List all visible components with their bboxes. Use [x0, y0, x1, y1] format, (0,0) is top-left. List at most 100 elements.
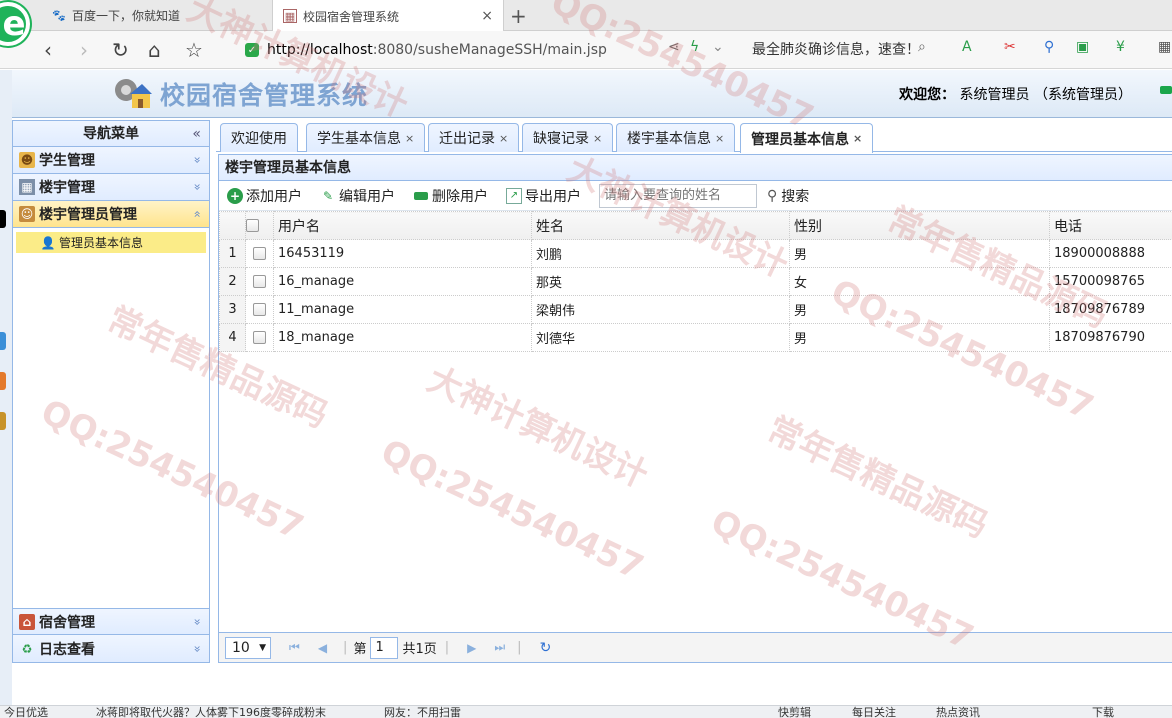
- status-quick-edit[interactable]: 快剪辑: [778, 706, 811, 718]
- tab-label: 欢迎使用: [231, 131, 287, 147]
- edit-user-label: 编辑用户: [339, 188, 395, 205]
- building-icon: ▦: [19, 179, 35, 195]
- row-checkbox[interactable]: [253, 303, 266, 316]
- last-page-icon[interactable]: ⏭: [494, 640, 505, 655]
- export-user-button[interactable]: ↗ 导出用户: [506, 186, 581, 206]
- address-bar[interactable]: ✓ http://localhost:8080/susheManageSSH/m…: [245, 37, 735, 63]
- search-name-input[interactable]: [599, 183, 757, 208]
- browser-tab-baidu[interactable]: 🐾 百度一下，你就知道: [40, 0, 272, 31]
- app-title: 校园宿舍管理系统: [160, 81, 369, 110]
- nav-section-label: 楼宇管理: [39, 180, 95, 196]
- welcome-label: 欢迎您：: [899, 87, 956, 103]
- status-source-text[interactable]: 网友：不用扫雷: [384, 706, 461, 718]
- page-size-select[interactable]: 10 ▼: [225, 636, 271, 659]
- add-user-button[interactable]: + 添加用户: [227, 186, 302, 206]
- column-header[interactable]: 性别: [789, 211, 1050, 240]
- refresh-icon[interactable]: ↻: [540, 640, 552, 656]
- content-tabs: 欢迎使用 学生基本信息 × 迁出记录 × 缺寝记录 × 楼宇基本信息 × 管理员…: [216, 120, 1172, 153]
- apps-icon[interactable]: ▦: [1158, 39, 1171, 55]
- home-icon[interactable]: ⌂: [148, 38, 161, 62]
- star-icon[interactable]: ☆: [185, 38, 203, 62]
- table-row[interactable]: 3 11_manage 梁朝伟 男 18709876789: [219, 295, 1172, 324]
- add-user-label: 添加用户: [246, 188, 302, 205]
- nav-menu-title: 导航菜单 «: [13, 121, 209, 147]
- column-header[interactable]: 用户名: [273, 211, 532, 240]
- close-icon[interactable]: ×: [499, 132, 508, 145]
- table-row[interactable]: 1 16453119 刘鹏 男 18900008888: [219, 239, 1172, 268]
- side-strip-icon: [0, 210, 6, 228]
- row-checkbox[interactable]: [253, 331, 266, 344]
- edit-user-button[interactable]: ✎ 编辑用户: [320, 186, 395, 206]
- select-all-cell: [245, 211, 274, 240]
- close-tab-icon[interactable]: ×: [481, 8, 493, 24]
- paw-icon: 🐾: [52, 9, 66, 22]
- table-row[interactable]: 2 16_manage 那英 女 15700098765: [219, 267, 1172, 296]
- browser-status-bar: 今日优选 冰蒋即将取代火器？人体雾下196度零碎成粉末 网友：不用扫雷 快剪辑 …: [0, 705, 1172, 718]
- tab-building-info[interactable]: 楼宇基本信息 ×: [616, 123, 736, 152]
- nav-section-label: 宿舍管理: [39, 614, 95, 631]
- search-button[interactable]: ⚲ 搜索: [767, 186, 809, 206]
- tab-label: 缺寝记录: [533, 131, 589, 147]
- page-number-input[interactable]: 1: [370, 636, 399, 659]
- column-header[interactable]: 姓名: [531, 211, 790, 240]
- new-tab-button[interactable]: +: [510, 4, 527, 28]
- nav-section-buildings[interactable]: ▦ 楼宇管理 »: [13, 174, 209, 201]
- admin-table: 用户名 姓名 性别 电话 1 16453119 刘鹏 男 18900008888…: [219, 211, 1172, 352]
- tab-welcome[interactable]: 欢迎使用: [220, 123, 298, 152]
- money-icon[interactable]: ¥: [1116, 39, 1125, 55]
- export-icon: ↗: [506, 187, 522, 204]
- collapse-icon[interactable]: «: [192, 121, 201, 147]
- reload-icon[interactable]: ↻: [112, 38, 129, 62]
- name-cell: 刘鹏: [531, 239, 790, 268]
- search-icon[interactable]: ⌕: [918, 39, 926, 55]
- status-news-text[interactable]: 冰蒋即将取代火器？人体雾下196度零碎成粉末: [96, 706, 326, 718]
- row-checkbox[interactable]: [253, 247, 266, 260]
- lightning-icon[interactable]: ϟ: [690, 39, 699, 55]
- table-row[interactable]: 4 18_manage 刘德华 男 18709876790: [219, 323, 1172, 352]
- status-daily-focus[interactable]: 每日关注: [852, 706, 896, 718]
- gender-cell: 男: [789, 295, 1050, 324]
- magnifier-icon[interactable]: ⚲: [1044, 39, 1054, 55]
- next-page-icon[interactable]: ▶: [467, 641, 476, 655]
- nav-item-admin-info[interactable]: 👤 管理员基本信息: [16, 232, 206, 253]
- total-pages-text: 共1页: [402, 642, 437, 657]
- status-hot-news[interactable]: 热点资讯: [936, 706, 980, 718]
- row-checkbox-cell: [245, 323, 274, 352]
- forward-icon[interactable]: ›: [80, 38, 88, 62]
- nav-section-logs[interactable]: ♻ 日志查看 »: [13, 635, 209, 662]
- close-icon[interactable]: ×: [593, 132, 602, 145]
- pencil-icon: ✎: [322, 188, 334, 203]
- row-checkbox[interactable]: [253, 275, 266, 288]
- tab-label: 学生基本信息: [317, 131, 401, 147]
- delete-user-button[interactable]: 删除用户: [413, 186, 488, 206]
- share-icon[interactable]: ⋖: [668, 39, 680, 55]
- tab-moveout-records[interactable]: 迁出记录 ×: [428, 123, 520, 152]
- tab-student-info[interactable]: 学生基本信息 ×: [306, 123, 426, 152]
- chevron-down-icon: ▼: [259, 642, 266, 653]
- nav-section-label: 日志查看: [39, 641, 95, 658]
- scissors-icon[interactable]: ✂: [1004, 39, 1016, 55]
- close-icon[interactable]: ×: [853, 132, 862, 145]
- page-icon: ▦: [283, 9, 297, 23]
- column-header[interactable]: 电话: [1049, 211, 1172, 240]
- panel-title: 楼宇管理员基本信息: [219, 155, 1172, 181]
- status-download[interactable]: 下载: [1092, 706, 1114, 718]
- first-page-icon[interactable]: ⏮: [289, 640, 300, 655]
- browser-tab-active[interactable]: ▦ 校园宿舍管理系统 ×: [272, 0, 504, 32]
- prev-page-icon[interactable]: ◀: [318, 641, 327, 655]
- admin-user-icon: 👤: [40, 235, 56, 250]
- translate-icon[interactable]: A: [962, 39, 972, 55]
- nav-section-dorms[interactable]: ⌂ 宿舍管理 »: [13, 608, 209, 635]
- close-icon[interactable]: ×: [405, 132, 414, 145]
- chevron-down-icon[interactable]: ⌄: [712, 39, 724, 55]
- nav-section-building-admins[interactable]: ☺ 楼宇管理员管理 «: [13, 201, 209, 228]
- back-icon[interactable]: ‹: [44, 38, 52, 62]
- select-all-checkbox[interactable]: [246, 219, 259, 232]
- news-link[interactable]: 最全肺炎确诊信息，速查！: [752, 39, 920, 59]
- close-icon[interactable]: ×: [715, 132, 724, 145]
- status-left-text[interactable]: 今日优选: [4, 706, 48, 718]
- tab-absence-records[interactable]: 缺寝记录 ×: [522, 123, 614, 152]
- gamepad-icon[interactable]: ▣: [1076, 39, 1089, 55]
- nav-section-students[interactable]: ☻ 学生管理 »: [13, 147, 209, 174]
- tab-admin-info[interactable]: 管理员基本信息 ×: [740, 123, 874, 153]
